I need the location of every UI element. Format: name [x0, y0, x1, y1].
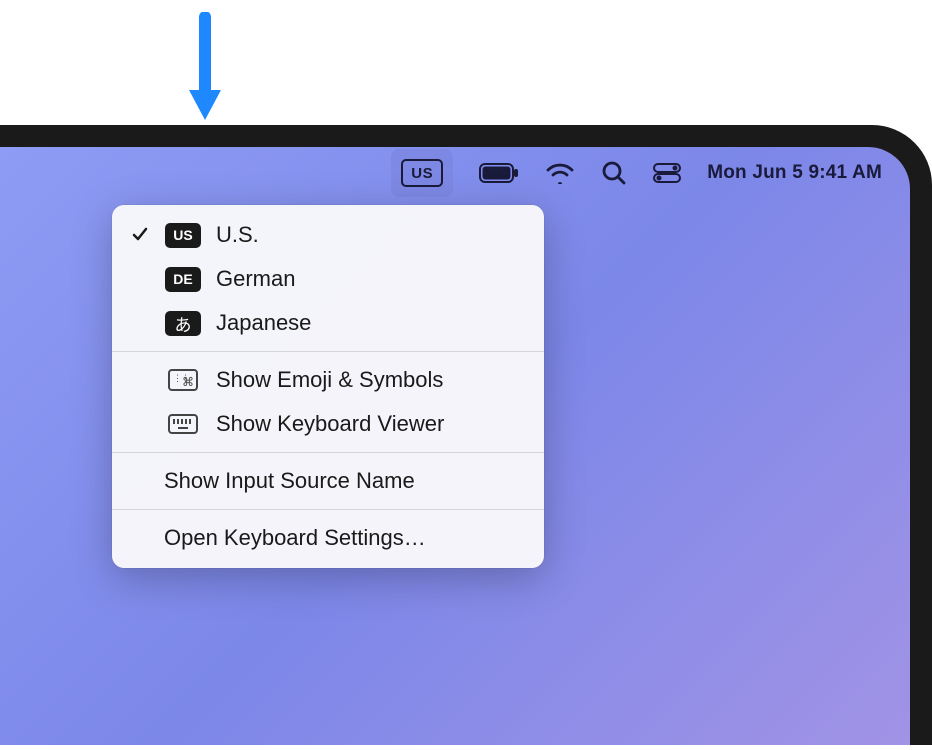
jp-lang-badge: あ — [164, 311, 202, 336]
menu-item-label: U.S. — [216, 222, 524, 248]
menu-separator — [112, 452, 544, 453]
wifi-status-icon[interactable] — [545, 155, 575, 191]
menubar-clock[interactable]: Mon Jun 5 9:41 AM — [707, 155, 882, 191]
input-source-badge: US — [401, 159, 443, 187]
menu-item-label: Open Keyboard Settings… — [164, 525, 524, 551]
menu-item-label: Japanese — [216, 310, 524, 336]
show-input-source-name-item[interactable]: Show Input Source Name — [112, 459, 544, 503]
de-lang-badge: DE — [164, 267, 202, 292]
menu-separator — [112, 509, 544, 510]
keyboard-viewer-icon — [164, 414, 202, 434]
us-lang-badge: US — [164, 223, 202, 248]
desktop-screen: US — [0, 147, 910, 745]
menu-item-label: Show Keyboard Viewer — [216, 411, 524, 437]
menu-item-label: German — [216, 266, 524, 292]
show-keyboard-viewer-item[interactable]: Show Keyboard Viewer — [112, 402, 544, 446]
menubar: US — [0, 147, 910, 199]
input-source-menu-button[interactable]: US — [391, 149, 453, 197]
open-keyboard-settings-item[interactable]: Open Keyboard Settings… — [112, 516, 544, 560]
show-emoji-symbols-item[interactable]: Show Emoji & Symbols — [112, 358, 544, 402]
input-source-item-japanese[interactable]: あ Japanese — [112, 301, 544, 345]
spotlight-search-icon[interactable] — [601, 155, 627, 191]
input-source-item-german[interactable]: DE German — [112, 257, 544, 301]
menu-item-label: Show Input Source Name — [164, 468, 524, 494]
checkmark-icon — [130, 226, 150, 244]
input-source-dropdown: US U.S. DE German あ Japanese — [112, 205, 544, 568]
device-bezel: US — [0, 125, 932, 745]
menu-separator — [112, 351, 544, 352]
control-center-icon[interactable] — [653, 155, 681, 191]
callout-arrow — [185, 12, 225, 122]
menu-item-label: Show Emoji & Symbols — [216, 367, 524, 393]
emoji-symbols-icon — [164, 369, 202, 391]
battery-status-icon[interactable] — [479, 155, 519, 191]
input-source-item-us[interactable]: US U.S. — [112, 213, 544, 257]
